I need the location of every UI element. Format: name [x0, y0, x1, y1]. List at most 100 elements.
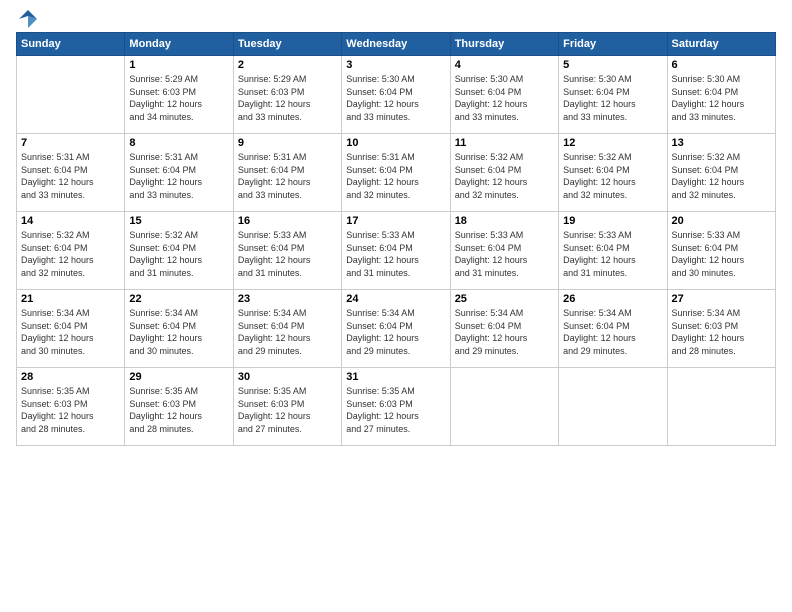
day-info: Sunrise: 5:29 AM Sunset: 6:03 PM Dayligh…	[129, 73, 228, 123]
day-info: Sunrise: 5:34 AM Sunset: 6:04 PM Dayligh…	[238, 307, 337, 357]
day-info: Sunrise: 5:30 AM Sunset: 6:04 PM Dayligh…	[346, 73, 445, 123]
calendar-cell: 4 Sunrise: 5:30 AM Sunset: 6:04 PM Daylig…	[450, 56, 558, 134]
day-number: 25	[455, 293, 554, 305]
day-number: 12	[563, 137, 662, 149]
calendar-table: SundayMondayTuesdayWednesdayThursdayFrid…	[16, 32, 776, 446]
day-info: Sunrise: 5:33 AM Sunset: 6:04 PM Dayligh…	[238, 229, 337, 279]
calendar-cell: 30 Sunrise: 5:35 AM Sunset: 6:03 PM Dayli…	[233, 368, 341, 446]
week-row-1: 1 Sunrise: 5:29 AM Sunset: 6:03 PM Daylig…	[17, 56, 776, 134]
day-info: Sunrise: 5:32 AM Sunset: 6:04 PM Dayligh…	[672, 151, 771, 201]
calendar-cell: 21Sunrise: 5:34 AM Sunset: 6:04 PM Dayli…	[17, 290, 125, 368]
day-number: 31	[346, 371, 445, 383]
week-row-5: 28 Sunrise: 5:35 AM Sunset: 6:03 PM Dayli…	[17, 368, 776, 446]
header	[16, 10, 776, 26]
day-info: Sunrise: 5:32 AM Sunset: 6:04 PM Dayligh…	[563, 151, 662, 201]
day-info: Sunrise: 5:35 AM Sunset: 6:03 PM Dayligh…	[129, 385, 228, 435]
day-info: Sunrise: 5:32 AM Sunset: 6:04 PM Dayligh…	[455, 151, 554, 201]
day-info: Sunrise: 5:31 AM Sunset: 6:04 PM Dayligh…	[346, 151, 445, 201]
day-info: Sunrise: 5:34 AM Sunset: 6:04 PM Dayligh…	[346, 307, 445, 357]
day-info: Sunrise: 5:31 AM Sunset: 6:04 PM Dayligh…	[21, 151, 120, 201]
day-info: Sunrise: 5:30 AM Sunset: 6:04 PM Dayligh…	[563, 73, 662, 123]
day-number: 26	[563, 293, 662, 305]
day-number: 17	[346, 215, 445, 227]
day-number: 11	[455, 137, 554, 149]
calendar-cell	[450, 368, 558, 446]
day-of-week-tuesday: Tuesday	[233, 33, 341, 56]
day-info: Sunrise: 5:29 AM Sunset: 6:03 PM Dayligh…	[238, 73, 337, 123]
day-of-week-wednesday: Wednesday	[342, 33, 450, 56]
day-number: 28	[21, 371, 120, 383]
day-of-week-sunday: Sunday	[17, 33, 125, 56]
day-info: Sunrise: 5:33 AM Sunset: 6:04 PM Dayligh…	[455, 229, 554, 279]
day-number: 24	[346, 293, 445, 305]
day-number: 3	[346, 59, 445, 71]
calendar-cell: 24 Sunrise: 5:34 AM Sunset: 6:04 PM Dayli…	[342, 290, 450, 368]
calendar-cell: 29Sunrise: 5:35 AM Sunset: 6:03 PM Dayli…	[125, 368, 233, 446]
day-info: Sunrise: 5:31 AM Sunset: 6:04 PM Dayligh…	[238, 151, 337, 201]
calendar-cell: 12 Sunrise: 5:32 AM Sunset: 6:04 PM Dayli…	[559, 134, 667, 212]
calendar-cell: 9Sunrise: 5:31 AM Sunset: 6:04 PM Daylig…	[233, 134, 341, 212]
calendar-cell: 2 Sunrise: 5:29 AM Sunset: 6:03 PM Daylig…	[233, 56, 341, 134]
day-number: 22	[129, 293, 228, 305]
calendar-header: SundayMondayTuesdayWednesdayThursdayFrid…	[17, 33, 776, 56]
day-info: Sunrise: 5:33 AM Sunset: 6:04 PM Dayligh…	[672, 229, 771, 279]
calendar-cell: 7 Sunrise: 5:31 AM Sunset: 6:04 PM Daylig…	[17, 134, 125, 212]
calendar-cell: 23Sunrise: 5:34 AM Sunset: 6:04 PM Dayli…	[233, 290, 341, 368]
day-info: Sunrise: 5:34 AM Sunset: 6:04 PM Dayligh…	[455, 307, 554, 357]
calendar-cell: 1 Sunrise: 5:29 AM Sunset: 6:03 PM Daylig…	[125, 56, 233, 134]
calendar-cell	[559, 368, 667, 446]
day-number: 1	[129, 59, 228, 71]
calendar-cell: 16 Sunrise: 5:33 AM Sunset: 6:04 PM Dayli…	[233, 212, 341, 290]
logo-icon	[17, 8, 39, 30]
day-number: 16	[238, 215, 337, 227]
logo	[16, 10, 39, 26]
calendar-cell: 11 Sunrise: 5:32 AM Sunset: 6:04 PM Dayli…	[450, 134, 558, 212]
calendar-body: 1 Sunrise: 5:29 AM Sunset: 6:03 PM Daylig…	[17, 56, 776, 446]
day-info: Sunrise: 5:34 AM Sunset: 6:04 PM Dayligh…	[563, 307, 662, 357]
calendar-cell	[667, 368, 775, 446]
calendar-cell: 22 Sunrise: 5:34 AM Sunset: 6:04 PM Dayli…	[125, 290, 233, 368]
week-row-4: 21 Sunrise: 5:34 AM Sunset: 6:04 PM Dayli…	[17, 290, 776, 368]
day-info: Sunrise: 5:35 AM Sunset: 6:03 PM Dayligh…	[238, 385, 337, 435]
header-row: SundayMondayTuesdayWednesdayThursdayFrid…	[17, 33, 776, 56]
calendar-cell: 19 Sunrise: 5:33 AM Sunset: 6:04 PM Dayli…	[559, 212, 667, 290]
calendar-cell: 28Sunrise: 5:35 AM Sunset: 6:03 PM Dayli…	[17, 368, 125, 446]
calendar-cell: 6 Sunrise: 5:30 AM Sunset: 6:04 PM Daylig…	[667, 56, 775, 134]
day-number: 19	[563, 215, 662, 227]
day-info: Sunrise: 5:32 AM Sunset: 6:04 PM Dayligh…	[21, 229, 120, 279]
calendar-cell	[17, 56, 125, 134]
day-info: Sunrise: 5:34 AM Sunset: 6:03 PM Dayligh…	[672, 307, 771, 357]
calendar-cell: 13Sunrise: 5:32 AM Sunset: 6:04 PM Dayli…	[667, 134, 775, 212]
calendar-cell: 26 Sunrise: 5:34 AM Sunset: 6:04 PM Dayli…	[559, 290, 667, 368]
day-number: 7	[21, 137, 120, 149]
day-number: 2	[238, 59, 337, 71]
calendar-cell: 10 Sunrise: 5:31 AM Sunset: 6:04 PM Dayli…	[342, 134, 450, 212]
day-number: 6	[672, 59, 771, 71]
calendar-cell: 14 Sunrise: 5:32 AM Sunset: 6:04 PM Dayli…	[17, 212, 125, 290]
day-number: 10	[346, 137, 445, 149]
day-info: Sunrise: 5:34 AM Sunset: 6:04 PM Dayligh…	[129, 307, 228, 357]
calendar-cell: 3 Sunrise: 5:30 AM Sunset: 6:04 PM Daylig…	[342, 56, 450, 134]
calendar-cell: 27Sunrise: 5:34 AM Sunset: 6:03 PM Dayli…	[667, 290, 775, 368]
day-number: 5	[563, 59, 662, 71]
day-number: 30	[238, 371, 337, 383]
day-number: 4	[455, 59, 554, 71]
day-number: 21	[21, 293, 120, 305]
calendar-cell: 17 Sunrise: 5:33 AM Sunset: 6:04 PM Dayli…	[342, 212, 450, 290]
day-info: Sunrise: 5:33 AM Sunset: 6:04 PM Dayligh…	[563, 229, 662, 279]
week-row-2: 7 Sunrise: 5:31 AM Sunset: 6:04 PM Daylig…	[17, 134, 776, 212]
calendar-cell: 20Sunrise: 5:33 AM Sunset: 6:04 PM Dayli…	[667, 212, 775, 290]
day-of-week-friday: Friday	[559, 33, 667, 56]
day-number: 14	[21, 215, 120, 227]
calendar-cell: 15Sunrise: 5:32 AM Sunset: 6:04 PM Dayli…	[125, 212, 233, 290]
day-of-week-thursday: Thursday	[450, 33, 558, 56]
day-info: Sunrise: 5:30 AM Sunset: 6:04 PM Dayligh…	[672, 73, 771, 123]
day-number: 18	[455, 215, 554, 227]
day-info: Sunrise: 5:31 AM Sunset: 6:04 PM Dayligh…	[129, 151, 228, 201]
day-info: Sunrise: 5:30 AM Sunset: 6:04 PM Dayligh…	[455, 73, 554, 123]
day-of-week-saturday: Saturday	[667, 33, 775, 56]
day-number: 8	[129, 137, 228, 149]
week-row-3: 14 Sunrise: 5:32 AM Sunset: 6:04 PM Dayli…	[17, 212, 776, 290]
calendar-cell: 25 Sunrise: 5:34 AM Sunset: 6:04 PM Dayli…	[450, 290, 558, 368]
day-info: Sunrise: 5:33 AM Sunset: 6:04 PM Dayligh…	[346, 229, 445, 279]
